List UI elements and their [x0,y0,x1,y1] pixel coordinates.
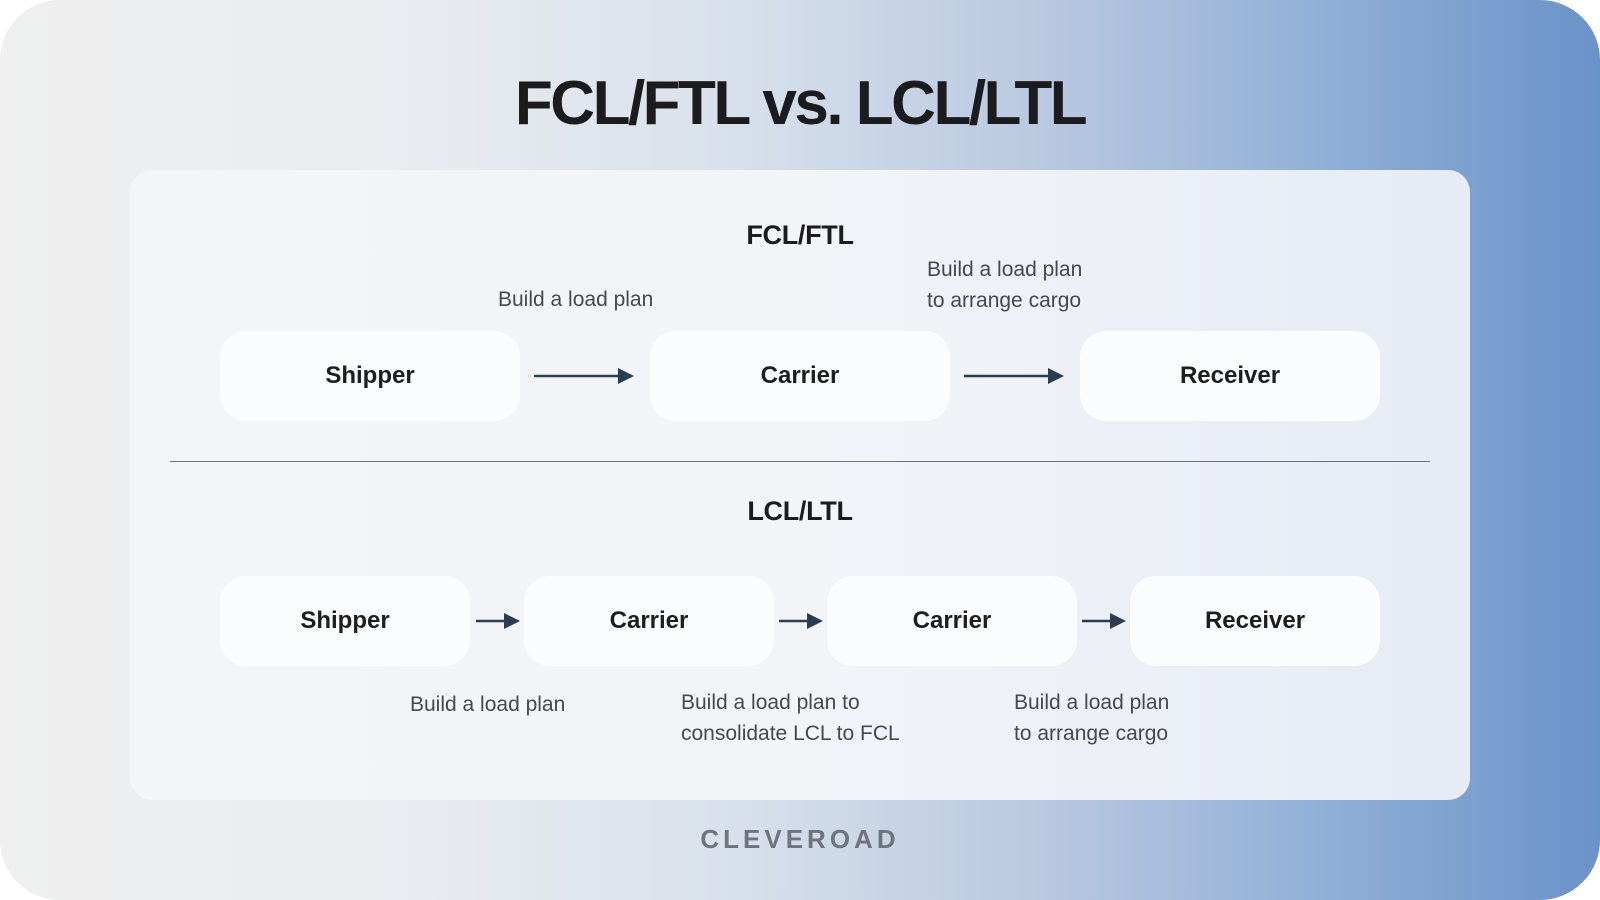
page-title: FCL/FTL vs. LCL/LTL [514,69,1088,138]
lcl-step-3-line-2: to arrange cargo [1014,722,1169,745]
lcl-step-1-line-1: Build a load plan [410,693,566,716]
lcl-step-2-line-1: Build a load plan to [681,691,860,714]
fcl-step-1-line-1: Build a load plan [498,288,654,311]
lcl-step-3-label: Build a load plan to arrange cargo [1014,687,1169,749]
lcl-section-heading: LCL/LTL [747,496,853,526]
fcl-arrow-2-icon [964,368,1064,384]
infographic-canvas: FCL/FTL vs. LCL/LTL FCL/FTL Build a load… [0,0,1600,900]
fcl-step-2-label: Build a load plan to arrange cargo [927,254,1082,316]
fcl-step-2-line-2: to arrange cargo [927,289,1082,312]
fcl-arrow-1-icon [534,368,634,384]
fcl-step-1-label: Build a load plan [498,284,653,315]
section-divider [170,461,1430,462]
lcl-step-2-label: Build a load plan to consolidate LCL to … [681,687,900,749]
lcl-step-1-label: Build a load plan [410,689,565,720]
lcl-arrow-1-icon [476,613,520,629]
fcl-node-receiver: Receiver [1080,331,1380,421]
lcl-arrow-3-icon [1082,613,1126,629]
brand-logo: CLEVEROAD [700,824,900,854]
lcl-node-carrier-1: Carrier [524,576,774,666]
fcl-step-2-line-1: Build a load plan [927,258,1083,281]
fcl-node-shipper: Shipper [220,331,520,421]
lcl-step-3-line-1: Build a load plan [1014,691,1170,714]
lcl-node-receiver: Receiver [1130,576,1380,666]
lcl-step-2-line-2: consolidate LCL to FCL [681,722,900,745]
lcl-arrow-2-icon [779,613,823,629]
fcl-section-heading: FCL/FTL [746,220,854,250]
lcl-node-shipper: Shipper [220,576,470,666]
lcl-node-carrier-2: Carrier [827,576,1077,666]
comparison-panel: FCL/FTL Build a load plan Build a load p… [130,170,1470,800]
fcl-node-carrier: Carrier [650,331,950,421]
